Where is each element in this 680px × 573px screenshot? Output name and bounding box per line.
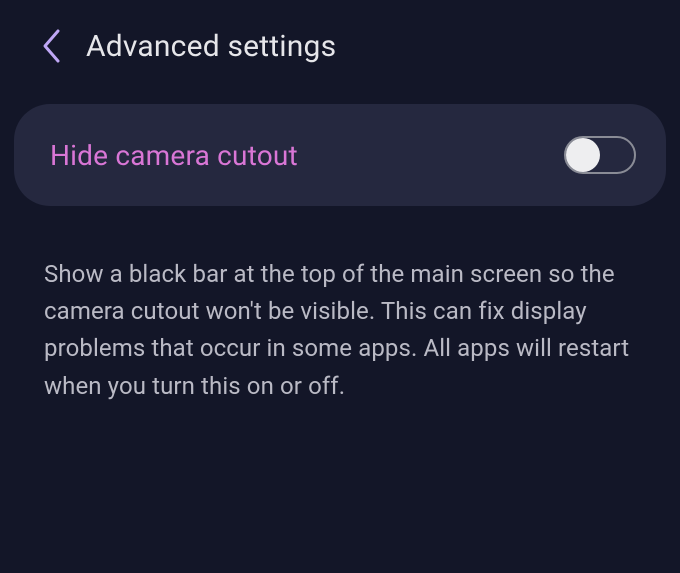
toggle-thumb (566, 138, 600, 172)
chevron-left-icon (40, 28, 62, 64)
page-title: Advanced settings (86, 29, 336, 64)
setting-label: Hide camera cutout (50, 139, 298, 172)
setting-card[interactable]: Hide camera cutout (14, 104, 666, 206)
header: Advanced settings (0, 0, 680, 92)
back-button[interactable] (40, 28, 62, 64)
setting-description: Show a black bar at the top of the main … (0, 218, 680, 425)
toggle-switch[interactable] (564, 136, 636, 174)
